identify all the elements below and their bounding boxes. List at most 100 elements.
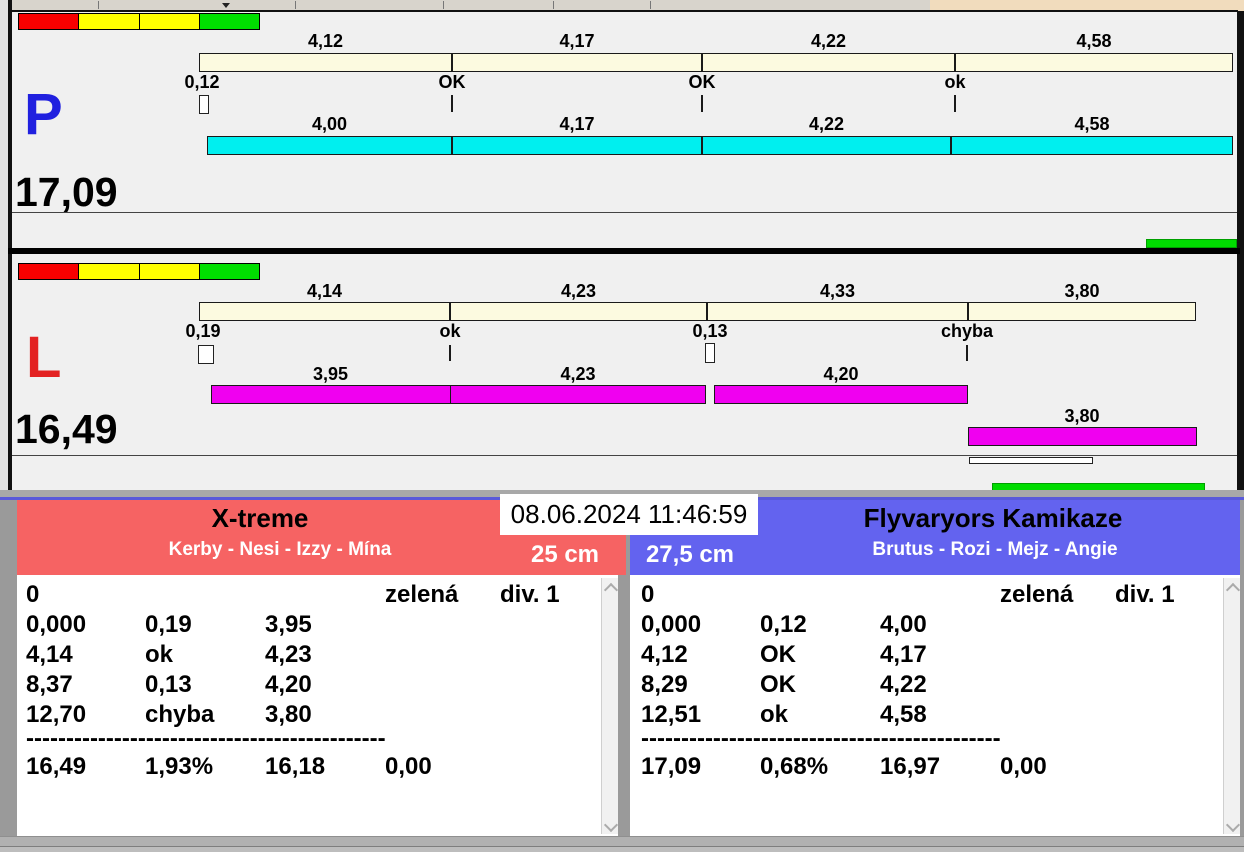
lane-l-split-time-label: 4,14 bbox=[306, 281, 343, 301]
team-right-results-list[interactable] bbox=[630, 575, 1240, 836]
team-left-name: X-treme bbox=[211, 503, 309, 533]
lane-p-change-mark: ok bbox=[944, 72, 966, 92]
lane-l-dog-bar bbox=[211, 385, 451, 404]
result-cell: 4,58 bbox=[880, 701, 927, 728]
result-cell: 4,23 bbox=[265, 641, 312, 668]
lane-p-dog-time-label: 4,22 bbox=[808, 114, 845, 134]
total-cell: 16,49 bbox=[26, 753, 87, 780]
range-green-segment bbox=[199, 14, 259, 29]
lane-p-split-time-label: 4,12 bbox=[307, 31, 344, 51]
team-right-members: Brutus - Rozi - Mejz - Angie bbox=[872, 539, 1118, 560]
result-cell: 12,70 bbox=[26, 701, 87, 728]
lane-p-change-mark: 0,12 bbox=[184, 72, 220, 92]
team-left-results-list[interactable] bbox=[17, 575, 618, 836]
total-cell: 1,93% bbox=[145, 753, 214, 780]
result-cell: 4,22 bbox=[880, 671, 927, 698]
result-cell: 8,37 bbox=[26, 671, 73, 698]
lane-l-mark-tick bbox=[449, 345, 451, 361]
result-cell: chyba bbox=[145, 701, 215, 728]
team-right-name: Flyvaryors Kamikaze bbox=[863, 503, 1123, 533]
result-cell: ok bbox=[760, 701, 789, 728]
lane-l-dog-time-label: 3,80 bbox=[1064, 406, 1100, 426]
result-cell: 0,000 bbox=[26, 611, 87, 638]
lane-p-baseline bbox=[12, 212, 1237, 213]
range-red-segment bbox=[19, 264, 80, 279]
lane-p-dog-bar bbox=[207, 136, 1233, 155]
team-left-scrollbar[interactable] bbox=[601, 578, 618, 834]
lane-l-change-mark: chyba bbox=[940, 321, 994, 341]
range-red-segment bbox=[19, 14, 80, 29]
result-cell: 3,95 bbox=[265, 611, 312, 638]
dashed-separator: ----------------------------------------… bbox=[641, 727, 1001, 751]
lane-p-change-mark: OK bbox=[438, 72, 466, 92]
lane-l-dog-bar bbox=[450, 385, 706, 404]
toolbar-tick bbox=[650, 1, 651, 9]
lane-p-mark-tick bbox=[701, 95, 703, 112]
lane-l-range-strip bbox=[18, 263, 260, 280]
lane-l-mark-tick bbox=[966, 345, 968, 361]
result-cell: OK bbox=[760, 641, 796, 668]
result-cell: 0 bbox=[641, 581, 655, 608]
result-cell: 12,51 bbox=[641, 701, 702, 728]
result-cell: 8,29 bbox=[641, 671, 688, 698]
lane-l-split-bar-divider bbox=[967, 302, 969, 321]
lane-l-dog-time-label: 4,23 bbox=[560, 364, 596, 384]
total-cell: 17,09 bbox=[641, 753, 702, 780]
toolbar-tick bbox=[98, 1, 99, 9]
result-cell: 4,14 bbox=[26, 641, 73, 668]
result-cell: 0,19 bbox=[145, 611, 192, 638]
total-cell: 0,68% bbox=[760, 753, 829, 780]
lane-p-split-time-label: 4,58 bbox=[1076, 31, 1112, 51]
dashed-separator: ----------------------------------------… bbox=[26, 727, 386, 751]
lane-p-letter: P bbox=[24, 82, 63, 147]
lane-l-change-mark: ok bbox=[439, 321, 461, 341]
lane-l-white-indicator bbox=[969, 457, 1093, 464]
result-cell: 0,000 bbox=[641, 611, 702, 638]
team-right-jump-height: 27,5 cm bbox=[645, 541, 735, 568]
result-cell: div. 1 bbox=[500, 581, 560, 608]
range-yellow-segment bbox=[139, 14, 200, 29]
lane-l-change-mark: 0,19 bbox=[185, 321, 221, 341]
lane-p-split-bar-divider bbox=[954, 53, 956, 72]
lane-p-start-box bbox=[199, 95, 209, 114]
team-right-scrollbar[interactable] bbox=[1223, 578, 1240, 834]
lane-l-start-box bbox=[198, 345, 214, 364]
toolbar-dropdown-caret-icon bbox=[222, 3, 230, 8]
toolbar-tick bbox=[443, 1, 444, 9]
lane-p-change-mark: OK bbox=[688, 72, 716, 92]
range-green-segment bbox=[199, 264, 259, 279]
lane-p-total-time: 17,09 bbox=[15, 169, 118, 215]
result-cell: zelená bbox=[1000, 581, 1074, 608]
lane-l-split-time-label: 4,33 bbox=[819, 281, 856, 301]
lane-l-dog-bar bbox=[714, 385, 968, 404]
total-cell: 0,00 bbox=[385, 753, 432, 780]
lane-p-mark-tick bbox=[451, 95, 453, 112]
result-cell: OK bbox=[760, 671, 796, 698]
result-cell: 3,80 bbox=[265, 701, 312, 728]
lane-p-split-time-label: 4,22 bbox=[810, 31, 847, 51]
result-cell: zelená bbox=[385, 581, 459, 608]
result-cell: ok bbox=[145, 641, 174, 668]
range-yellow-segment bbox=[139, 264, 200, 279]
lane-p-range-strip bbox=[18, 13, 260, 30]
result-cell: 4,17 bbox=[880, 641, 927, 668]
lane-l-split-bar-divider bbox=[449, 302, 451, 321]
lane-l-letter: L bbox=[26, 325, 62, 390]
range-yellow-segment bbox=[79, 14, 140, 29]
lane-p-mark-tick bbox=[954, 95, 956, 112]
result-cell: div. 1 bbox=[1115, 581, 1175, 608]
lane-p-split-bar bbox=[199, 53, 1233, 72]
toolbar-tick bbox=[553, 1, 554, 9]
lane-l-split-bar-divider bbox=[706, 302, 708, 321]
result-cell: 0,13 bbox=[145, 671, 192, 698]
lane-l-baseline bbox=[12, 455, 1237, 456]
lane-l-dog-time-label: 3,95 bbox=[312, 364, 349, 384]
team-left-jump-height: 25 cm bbox=[530, 541, 600, 568]
lane-p-split-time-label: 4,17 bbox=[559, 31, 595, 51]
total-cell: 16,18 bbox=[265, 753, 326, 780]
lane-p-dog-bar-divider bbox=[451, 136, 453, 155]
lane-p-dog-time-label: 4,58 bbox=[1074, 114, 1110, 134]
result-cell: 4,20 bbox=[265, 671, 312, 698]
total-cell: 16,97 bbox=[880, 753, 941, 780]
toolbar-tick bbox=[295, 1, 296, 9]
